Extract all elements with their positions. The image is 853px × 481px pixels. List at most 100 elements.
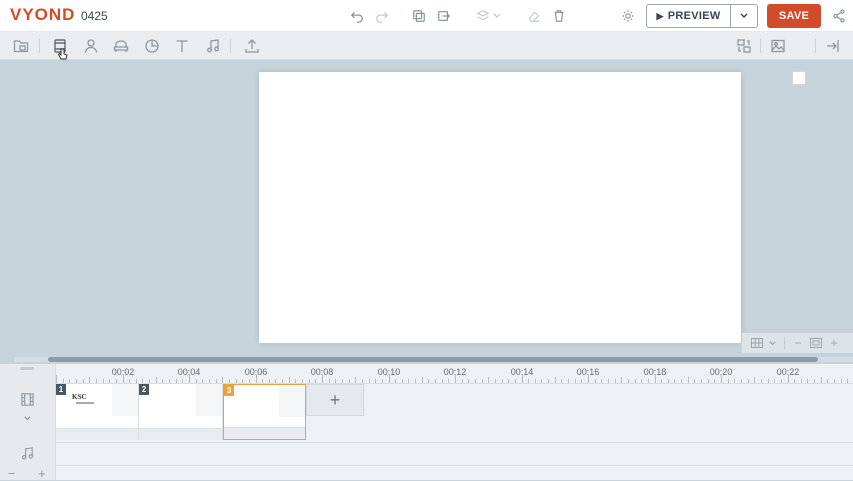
layer-order-button[interactable] bbox=[472, 6, 506, 26]
scene-number: 2 bbox=[139, 384, 149, 395]
timeline-ruler[interactable]: 00:02 00:04 00:06 00:08 00:10 00:12 00:1… bbox=[56, 364, 853, 384]
ruler-label: 00:02 bbox=[111, 367, 135, 377]
fit-screen-icon[interactable] bbox=[805, 338, 827, 348]
ruler-tick bbox=[468, 379, 470, 383]
zoom-controls: − + bbox=[742, 333, 853, 353]
text-button[interactable] bbox=[173, 37, 191, 55]
ruler-tick bbox=[554, 377, 556, 383]
charts-button[interactable] bbox=[143, 37, 161, 55]
project-name[interactable]: 0425 bbox=[81, 9, 108, 23]
scenes-track-button[interactable] bbox=[20, 392, 35, 412]
zoom-out-icon[interactable]: − bbox=[791, 336, 805, 350]
grid-icon[interactable] bbox=[748, 338, 766, 348]
copy-button[interactable] bbox=[409, 6, 429, 26]
delete-button[interactable] bbox=[549, 6, 569, 26]
timeline-zoom-in-icon[interactable]: + bbox=[38, 466, 46, 481]
upload-button[interactable] bbox=[243, 37, 261, 55]
ruler-tick bbox=[401, 379, 403, 383]
ruler-label: 00:10 bbox=[377, 367, 401, 377]
ruler-tick bbox=[461, 379, 463, 383]
exit-icon bbox=[827, 40, 839, 52]
exit-button[interactable] bbox=[824, 37, 842, 55]
mouse-cursor-icon bbox=[58, 48, 68, 60]
preview-button[interactable]: ▶ PREVIEW bbox=[647, 5, 731, 27]
chevron-down-icon[interactable] bbox=[23, 410, 32, 428]
scene-thumbnail[interactable]: 2 bbox=[139, 384, 223, 440]
asset-toolbar bbox=[0, 32, 853, 85]
ruler-tick bbox=[674, 379, 676, 383]
swap-button[interactable] bbox=[735, 37, 753, 55]
preview-options-button[interactable] bbox=[731, 11, 757, 21]
ruler-tick bbox=[248, 379, 250, 383]
chevron-down-icon bbox=[740, 13, 748, 18]
drag-handle[interactable] bbox=[20, 367, 34, 370]
library-button[interactable] bbox=[12, 37, 30, 55]
eraser-button[interactable] bbox=[524, 6, 544, 26]
ruler-tick bbox=[381, 379, 383, 383]
ruler-tick bbox=[435, 379, 437, 383]
redo-button[interactable] bbox=[372, 6, 392, 26]
image-icon bbox=[771, 39, 785, 53]
ruler-tick bbox=[681, 379, 683, 383]
props-button[interactable] bbox=[112, 37, 130, 55]
scenes-track: KSC 1 2 3 + bbox=[56, 384, 853, 440]
ruler-label: 00:06 bbox=[244, 367, 268, 377]
ruler-tick bbox=[847, 379, 849, 383]
ruler-tick bbox=[149, 379, 151, 383]
ruler-tick bbox=[614, 379, 616, 383]
ruler-tick bbox=[428, 379, 430, 383]
audio-track[interactable] bbox=[56, 442, 853, 466]
scene-number: 3 bbox=[224, 385, 234, 396]
horizontal-scrollbar[interactable] bbox=[14, 357, 853, 362]
ruler-tick bbox=[448, 379, 450, 383]
ruler-tick bbox=[568, 379, 570, 383]
props-icon bbox=[113, 40, 129, 52]
scene-thumbnail[interactable]: KSC 1 bbox=[56, 384, 139, 440]
audio-button[interactable] bbox=[204, 37, 222, 55]
audio-track-button[interactable] bbox=[20, 446, 35, 466]
paste-button[interactable] bbox=[434, 6, 454, 26]
ruler-tick bbox=[634, 379, 636, 383]
chevron-down-icon[interactable] bbox=[766, 339, 778, 348]
add-scene-button[interactable]: + bbox=[306, 384, 364, 416]
save-button[interactable]: SAVE bbox=[767, 4, 821, 28]
ruler-tick bbox=[315, 379, 317, 383]
settings-button[interactable] bbox=[618, 6, 638, 26]
ruler-tick bbox=[308, 379, 310, 383]
scene-thumbnail-selected[interactable]: 3 bbox=[223, 384, 306, 440]
ruler-tick bbox=[541, 379, 543, 383]
scene-number: 1 bbox=[56, 384, 66, 395]
scrollbar-thumb[interactable] bbox=[48, 357, 818, 362]
ruler-label: 00:22 bbox=[776, 367, 800, 377]
ruler-tick bbox=[355, 377, 357, 383]
share-button[interactable] bbox=[829, 6, 849, 26]
ruler-tick bbox=[202, 379, 204, 383]
undo-icon bbox=[350, 12, 363, 23]
ruler-tick bbox=[794, 379, 796, 383]
characters-button[interactable] bbox=[82, 37, 100, 55]
ruler-tick bbox=[581, 379, 583, 383]
undo-button[interactable] bbox=[347, 6, 367, 26]
ruler-tick bbox=[109, 379, 111, 383]
vyond-logo[interactable]: VYOND bbox=[10, 5, 75, 25]
timeline-zoom-out-icon[interactable]: − bbox=[8, 466, 16, 481]
zoom-in-icon[interactable]: + bbox=[827, 336, 841, 350]
scene-canvas[interactable] bbox=[259, 72, 741, 343]
ruler-tick bbox=[175, 379, 177, 383]
ruler-tick bbox=[268, 379, 270, 383]
ruler-tick bbox=[348, 379, 350, 383]
background-color-swatch[interactable] bbox=[792, 71, 806, 85]
ruler-tick bbox=[275, 379, 277, 383]
ruler-tick bbox=[375, 379, 377, 383]
ruler-tick bbox=[162, 379, 164, 383]
ruler-tick bbox=[774, 379, 776, 383]
folder-icon bbox=[13, 40, 29, 53]
ruler-tick bbox=[694, 379, 696, 383]
text-icon bbox=[176, 40, 188, 52]
music-note-icon bbox=[21, 447, 34, 460]
ruler-tick bbox=[215, 379, 217, 383]
background-image-button[interactable] bbox=[769, 37, 787, 55]
eraser-icon bbox=[528, 11, 540, 22]
ruler-label: 00:14 bbox=[510, 367, 534, 377]
ruler-tick bbox=[548, 379, 550, 383]
